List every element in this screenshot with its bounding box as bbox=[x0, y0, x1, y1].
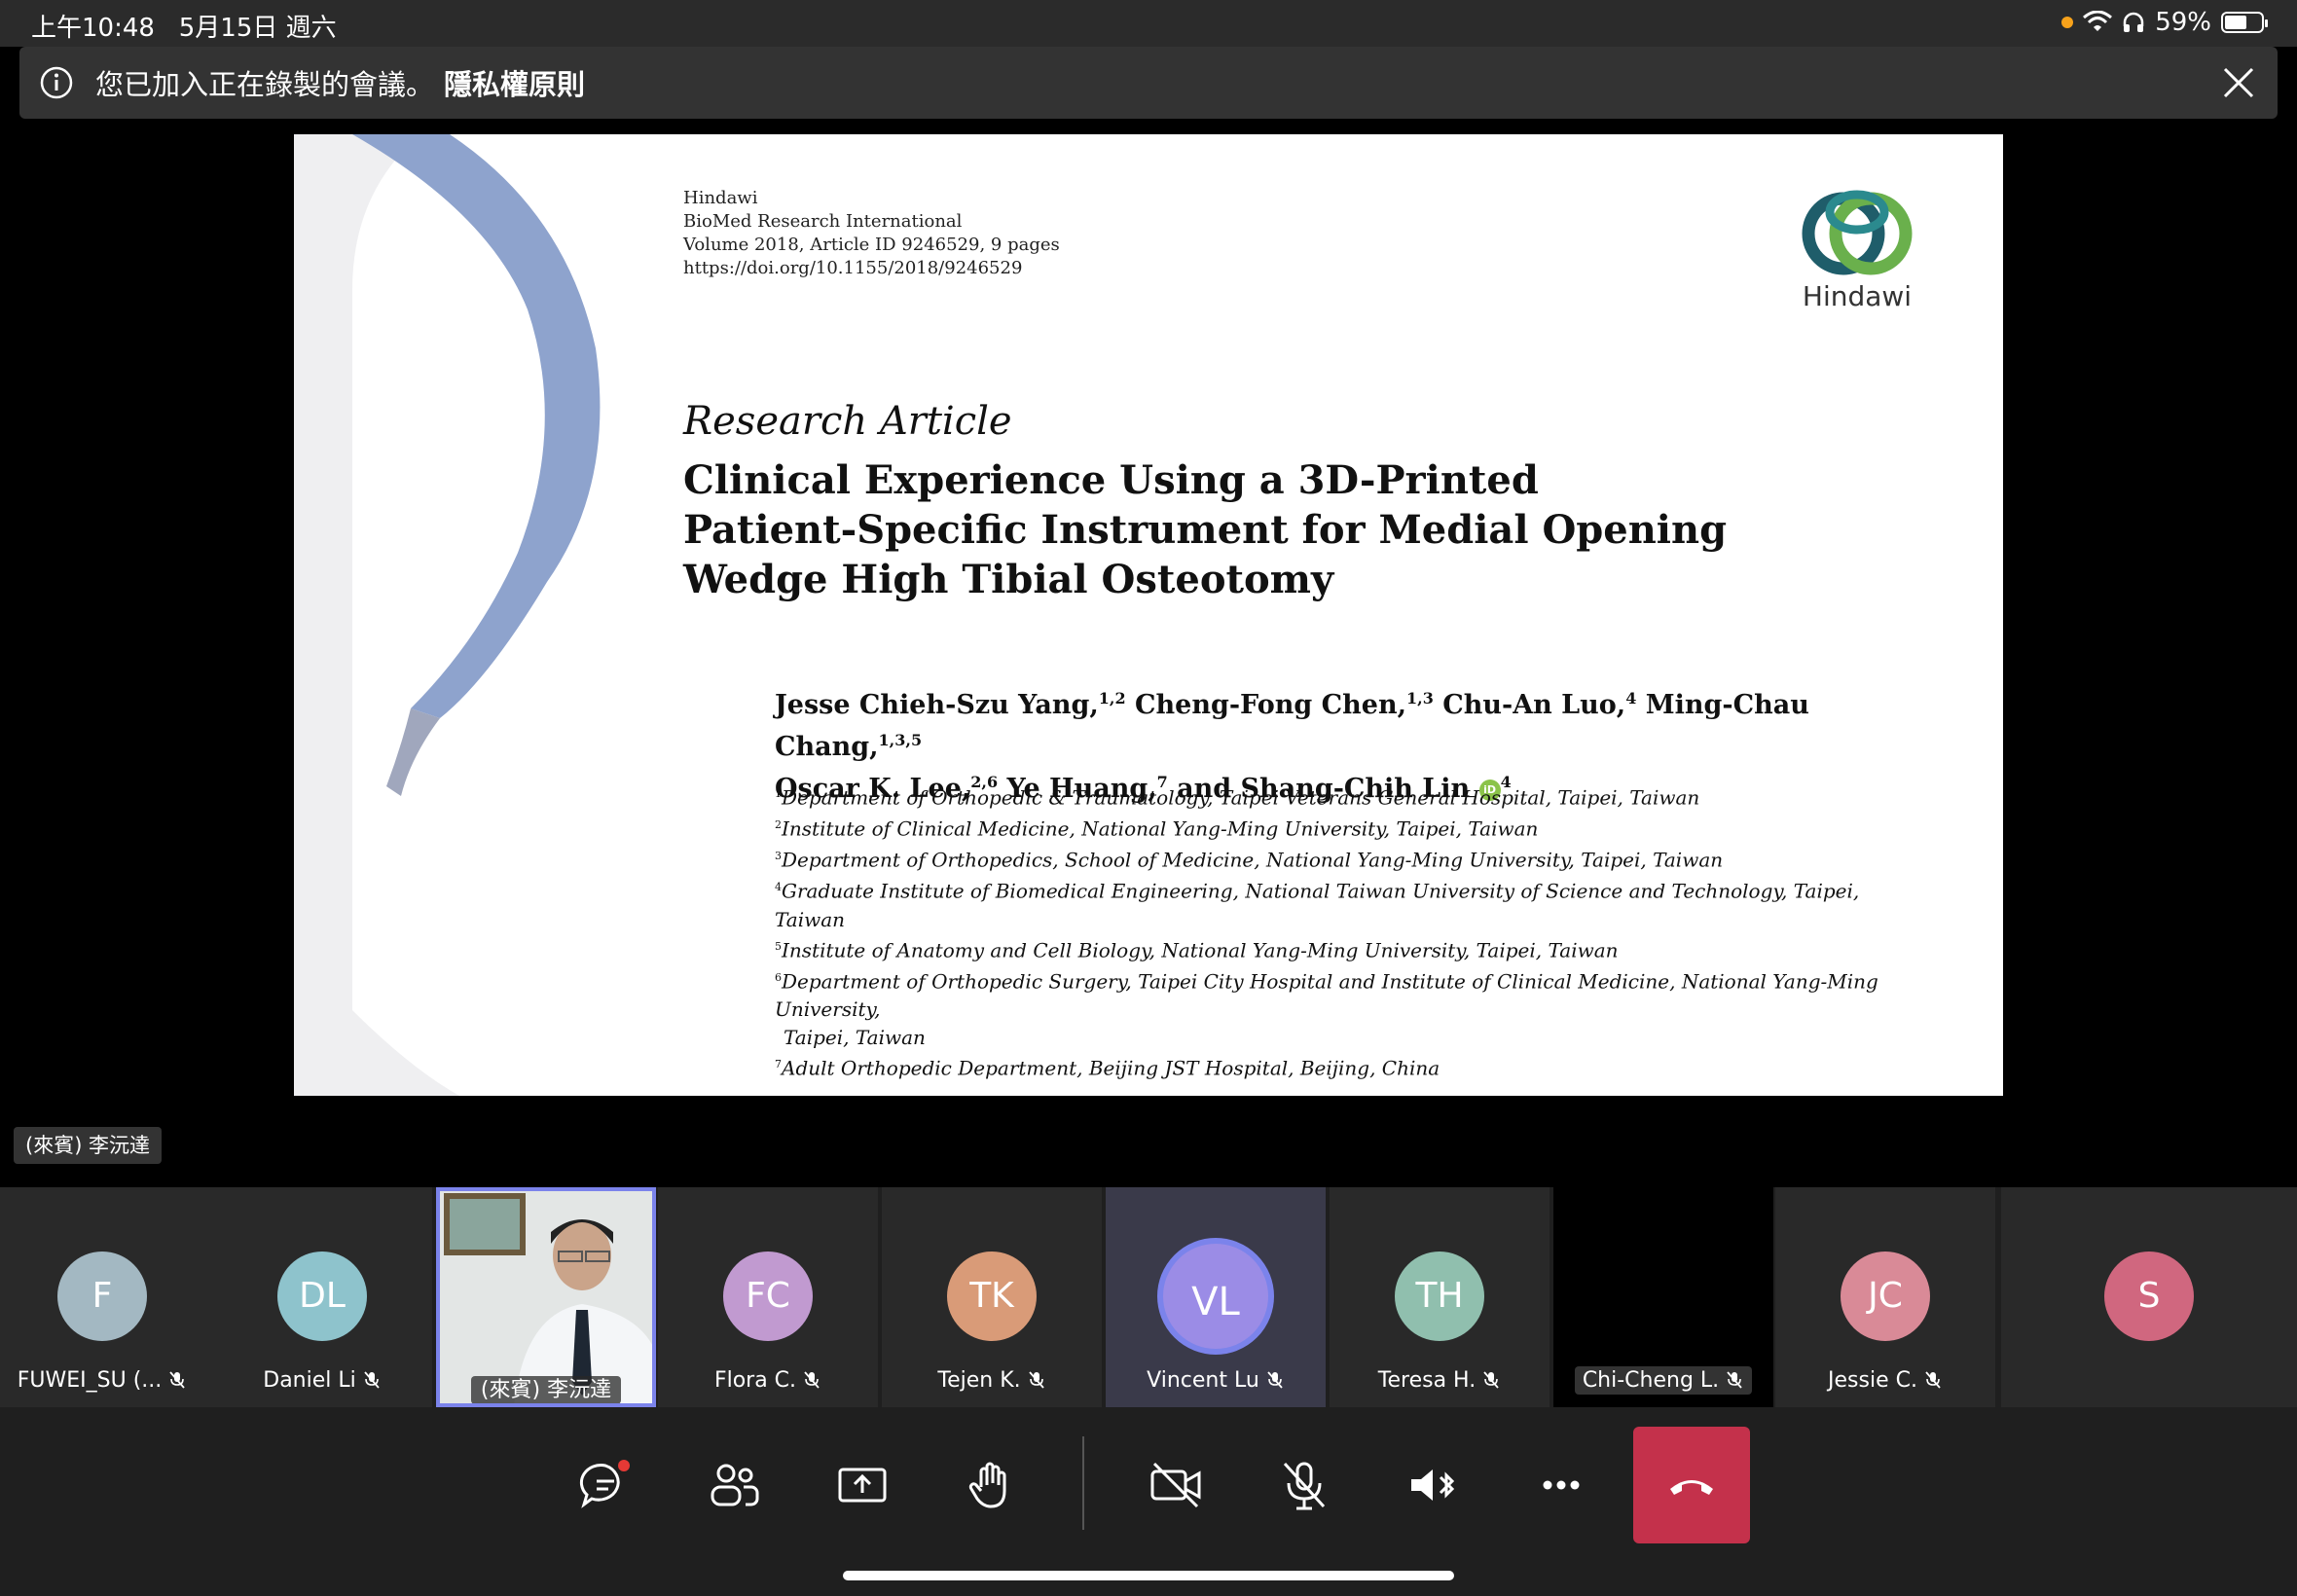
recording-banner: 您已加入正在錄製的會議。 隱私權原則 bbox=[19, 47, 2278, 119]
raise-hand-button[interactable] bbox=[932, 1427, 1049, 1543]
chat-icon bbox=[579, 1460, 630, 1508]
paper-title: Clinical Experience Using a 3D-Printed P… bbox=[683, 457, 1728, 602]
battery-icon bbox=[2221, 12, 2268, 33]
participant-tile[interactable]: F FUWEI_SU (... bbox=[0, 1187, 212, 1407]
status-bar: 上午10:48 5月15日 週六 59% bbox=[0, 0, 2297, 47]
participant-name: FUWEI_SU (... bbox=[0, 1368, 212, 1393]
affiliation: 6Department of Orthopedic Surgery, Taipe… bbox=[775, 969, 1878, 1022]
avatar: TH bbox=[1395, 1251, 1484, 1341]
speaker-bluetooth-icon bbox=[1411, 1469, 1455, 1501]
affiliation: 7Adult Orthopedic Department, Beijing JS… bbox=[775, 1057, 1440, 1081]
avatar: DL bbox=[277, 1251, 367, 1341]
call-controls bbox=[0, 1407, 2297, 1596]
article-type: Research Article bbox=[683, 399, 1012, 444]
raise-hand-icon bbox=[968, 1462, 1006, 1508]
hindawi-logo: Hindawi bbox=[1789, 185, 1925, 312]
recording-dot-icon bbox=[2061, 17, 2074, 28]
decorative-brush-graphic bbox=[294, 134, 601, 1096]
mic-off-icon bbox=[804, 1371, 820, 1389]
participant-name: Chi-Cheng L. bbox=[1553, 1366, 1773, 1395]
affiliation: 4Graduate Institute of Biomedical Engine… bbox=[775, 880, 1860, 931]
avatar: VL bbox=[1157, 1238, 1274, 1355]
participant-name: Tejen K. bbox=[882, 1368, 1102, 1393]
participant-tile[interactable]: JC Jessie C. bbox=[1775, 1187, 1995, 1407]
wifi-icon bbox=[2083, 11, 2113, 31]
mic-toggle-button[interactable] bbox=[1246, 1427, 1363, 1543]
participant-tile[interactable]: TH Teresa H. bbox=[1330, 1187, 1550, 1407]
avatar: JC bbox=[1841, 1251, 1930, 1341]
battery-percent: 59% bbox=[2155, 8, 2211, 37]
participant-video-tile[interactable]: (來賓) 李沅達 bbox=[436, 1187, 656, 1407]
status-time: 上午10:48 5月15日 週六 bbox=[31, 14, 337, 43]
share-button[interactable] bbox=[804, 1427, 921, 1543]
status-right: 59% bbox=[2061, 8, 2268, 37]
hang-up-icon bbox=[1670, 1480, 1713, 1495]
mic-off-icon bbox=[1267, 1371, 1283, 1389]
affiliation: 1Department of Orthopedic & Traumatology… bbox=[775, 785, 1700, 810]
hang-up-button[interactable] bbox=[1633, 1427, 1750, 1543]
hindawi-rings-icon bbox=[1802, 190, 1913, 275]
avatar: F bbox=[57, 1251, 147, 1341]
participant-name: Vincent Lu bbox=[1106, 1368, 1326, 1393]
info-icon bbox=[40, 66, 73, 99]
share-icon bbox=[838, 1468, 887, 1503]
participants-icon bbox=[711, 1464, 759, 1506]
affiliation: Taipei, Taiwan bbox=[784, 1025, 926, 1049]
mic-off-icon bbox=[1727, 1371, 1742, 1389]
participant-tile[interactable]: DL Daniel Li bbox=[212, 1187, 432, 1407]
participant-tile-camera-off[interactable]: Chi-Cheng L. bbox=[1553, 1187, 1773, 1407]
shared-slide: Hindawi BioMed Research International Vo… bbox=[294, 134, 2003, 1096]
headphones-icon bbox=[2123, 12, 2144, 32]
participant-name: Daniel Li bbox=[212, 1368, 432, 1393]
participants-button[interactable] bbox=[675, 1427, 792, 1543]
chat-button[interactable] bbox=[547, 1427, 664, 1543]
publisher-info: Hindawi BioMed Research International Vo… bbox=[683, 188, 1060, 278]
participant-name: (來賓) 李沅達 bbox=[440, 1372, 652, 1403]
privacy-policy-link[interactable]: 隱私權原則 bbox=[444, 62, 585, 103]
mic-off-icon bbox=[364, 1371, 380, 1389]
mic-off-icon bbox=[1283, 1462, 1326, 1510]
more-icon bbox=[1543, 1480, 1580, 1490]
participant-tile[interactable]: TK Tejen K. bbox=[882, 1187, 1102, 1407]
avatar: S bbox=[2104, 1251, 2194, 1341]
controls-divider bbox=[1082, 1436, 1084, 1530]
home-indicator bbox=[843, 1571, 1454, 1580]
participant-tile[interactable]: S bbox=[2001, 1187, 2297, 1407]
shared-screen: Hindawi BioMed Research International Vo… bbox=[0, 119, 2297, 1187]
participant-tile[interactable]: FC Flora C. bbox=[658, 1187, 878, 1407]
camera-toggle-button[interactable] bbox=[1117, 1427, 1234, 1543]
mic-off-icon bbox=[169, 1371, 185, 1389]
mic-off-icon bbox=[1028, 1371, 1044, 1389]
more-options-button[interactable] bbox=[1503, 1427, 1620, 1543]
participant-tile-speaking[interactable]: VL Vincent Lu bbox=[1106, 1187, 1326, 1407]
close-icon[interactable] bbox=[2219, 63, 2258, 102]
participant-strip[interactable]: F FUWEI_SU (... DL Daniel Li (來賓) 李沅達 FC… bbox=[0, 1187, 2297, 1407]
participant-name: Teresa H. bbox=[1330, 1368, 1550, 1393]
camera-off-icon bbox=[1150, 1462, 1201, 1508]
affiliation: 3Department of Orthopedics, School of Me… bbox=[775, 848, 1724, 872]
affiliation: 2Institute of Clinical Medicine, Nationa… bbox=[775, 816, 1539, 841]
avatar: FC bbox=[723, 1251, 813, 1341]
paper-affiliations: 1Department of Orthopedic & Traumatology… bbox=[775, 780, 1933, 1083]
presenter-label: (來賓) 李沅達 bbox=[14, 1127, 163, 1164]
affiliation: 5Institute of Anatomy and Cell Biology, … bbox=[775, 938, 1619, 962]
avatar: TK bbox=[947, 1251, 1037, 1341]
participant-name: Flora C. bbox=[658, 1368, 878, 1393]
audio-device-button[interactable] bbox=[1374, 1427, 1491, 1543]
mic-off-icon bbox=[1925, 1371, 1941, 1389]
participant-name: Jessie C. bbox=[1775, 1368, 1995, 1393]
banner-message: 您已加入正在錄製的會議。 bbox=[95, 68, 435, 101]
mic-off-icon bbox=[1483, 1371, 1499, 1389]
